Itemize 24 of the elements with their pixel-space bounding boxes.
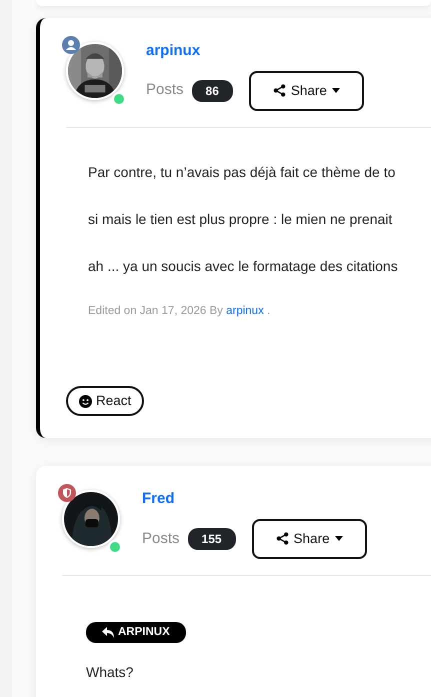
username-link[interactable]: Fred: [142, 488, 367, 511]
share-button[interactable]: Share: [252, 518, 367, 559]
editor-link[interactable]: arpinux: [226, 304, 264, 317]
share-button[interactable]: Share: [248, 70, 364, 111]
edited-note: Edited on Jan 17, 2026 By arpinux .: [88, 304, 272, 319]
user-icon: [62, 36, 80, 54]
post-count: 86: [192, 80, 233, 102]
react-button[interactable]: React: [66, 386, 144, 416]
reply-icon: [102, 627, 114, 638]
paragraph: Par contre, tu n’avais pas déjà fait ce thème de to: [88, 162, 396, 182]
caret-icon: [332, 88, 340, 94]
post-count: 155: [188, 528, 236, 550]
paragraph: ah ... ya un soucis avec le formatage des citations: [88, 256, 399, 276]
username-link[interactable]: arpinux: [146, 40, 364, 62]
posts-label: Posts: [142, 528, 180, 549]
smiley-icon: [79, 394, 92, 408]
shield-icon: [58, 484, 76, 502]
posts-label: Posts: [146, 80, 184, 100]
share-icon: [276, 532, 289, 546]
caret-icon: [334, 536, 343, 542]
paragraph: si mais le tien est plus propre : le mien ne prenait: [88, 210, 394, 229]
share-icon: [272, 84, 286, 98]
paragraph: Whats?: [86, 663, 134, 682]
reply-to-tag[interactable]: ARPINUX: [86, 622, 186, 644]
